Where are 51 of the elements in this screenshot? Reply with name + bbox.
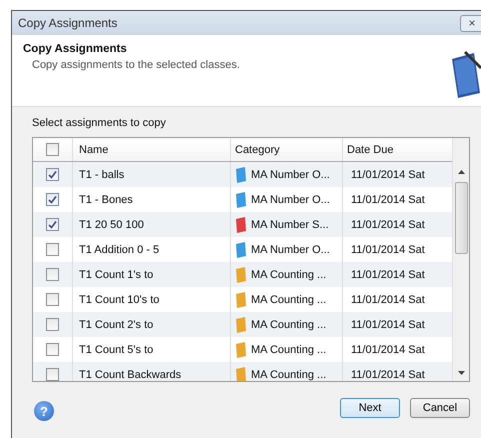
scroll-up-icon[interactable] [458, 170, 464, 174]
header-subtitle: Copy assignments to the selected classes. [31, 59, 240, 71]
table-cell: T1 - balls [79, 168, 124, 180]
table-cell: 11/01/2014 Sat [351, 244, 425, 256]
row-checkbox[interactable] [46, 368, 59, 381]
scroll-thumb[interactable] [454, 182, 468, 254]
row-checkbox[interactable] [46, 268, 59, 281]
next-button[interactable]: Next [340, 398, 400, 418]
table-cell: T1 - Bones [79, 194, 133, 206]
table-caption: Select assignments to copy [32, 117, 167, 129]
row-checkbox[interactable] [46, 243, 59, 256]
table-cell: T1 Count 2's to [79, 318, 154, 330]
table-cell: T1 Count Backwards [79, 368, 182, 380]
table-cell: MA Counting ... [251, 318, 326, 330]
table-cell: T1 20 50 100 [79, 218, 144, 230]
close-button[interactable]: × [460, 14, 481, 32]
table-cell: MA Number O... [251, 168, 330, 180]
table-cell: MA Number S... [251, 218, 329, 230]
row-checkbox[interactable] [46, 293, 59, 306]
column-header[interactable]: Date Due [343, 138, 452, 161]
table-cell: T1 Addition 0 - 5 [79, 244, 160, 256]
table-cell: 11/01/2014 Sat [351, 218, 425, 230]
table-cell: 11/01/2014 Sat [351, 268, 425, 280]
select-all-checkbox[interactable] [46, 143, 59, 156]
table-cell: 11/01/2014 Sat [351, 194, 425, 206]
scrollbar[interactable] [452, 138, 469, 381]
table-cell: MA Number O... [251, 244, 330, 256]
table-cell: MA Counting ... [251, 294, 326, 306]
table-cell: 11/01/2014 Sat [351, 368, 425, 380]
row-checkbox[interactable] [46, 343, 59, 356]
cancel-button[interactable]: Cancel [410, 398, 470, 418]
table-cell: MA Counting ... [251, 344, 326, 356]
table-cell: MA Counting ... [251, 268, 326, 280]
column-header[interactable]: Name [73, 138, 231, 161]
table-cell: MA Counting ... [251, 368, 326, 380]
table-cell: T1 Count 1's to [79, 268, 154, 280]
table-cell: T1 Count 5's to [79, 344, 154, 356]
table-cell: 11/01/2014 Sat [351, 294, 425, 306]
table-cell: T1 Count 10's to [79, 294, 160, 306]
table-cell: 11/01/2014 Sat [351, 168, 425, 180]
column-header[interactable]: Category [231, 138, 343, 161]
row-checkbox[interactable] [46, 318, 59, 331]
row-checkbox[interactable] [46, 193, 59, 206]
table-cell: 11/01/2014 Sat [351, 318, 425, 330]
row-checkbox[interactable] [46, 218, 59, 231]
scroll-down-icon[interactable] [458, 371, 464, 375]
table-cell: MA Number O... [251, 194, 330, 206]
row-checkbox[interactable] [46, 168, 59, 181]
window-title: Copy Assignments [18, 16, 118, 30]
header-title: Copy Assignments [23, 43, 128, 55]
table-cell: 11/01/2014 Sat [351, 344, 425, 356]
